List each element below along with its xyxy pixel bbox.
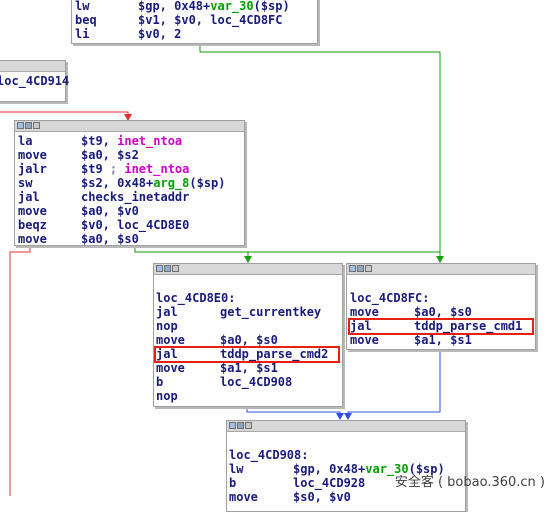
edge-green-e0-arrow bbox=[244, 256, 252, 263]
mnemonic: li bbox=[75, 27, 90, 41]
code-block-loc-4cd8e0[interactable]: loc_4CD8E0: jal get_currentkey nop move … bbox=[153, 263, 343, 407]
function-name[interactable]: inet_ntoa bbox=[117, 134, 182, 148]
block-top-operands-1: $gp, 0x48+var_30($sp) bbox=[138, 0, 290, 13]
list-icon[interactable] bbox=[245, 422, 252, 429]
edge-green-top-arrow bbox=[436, 256, 444, 263]
middle-line-6-op: move bbox=[18, 204, 47, 218]
e0-line-1-op: jal bbox=[156, 305, 178, 319]
block-top-line-3: li bbox=[75, 27, 89, 41]
block-label: loc_4CD908: bbox=[229, 448, 309, 462]
code-block-middle[interactable]: la $t9, inet_ntoa move $a0, $s2 jalr $t9… bbox=[14, 120, 245, 246]
block-header bbox=[0, 61, 65, 72]
code-block-top[interactable]: lw $gp, 0x48+var_30($sp) beq $v1, $v0, l… bbox=[71, 0, 318, 44]
908-line-3-op: move bbox=[229, 490, 258, 504]
block-header bbox=[154, 264, 342, 275]
block-top-line-2: beq bbox=[75, 13, 97, 27]
graph-icon[interactable] bbox=[17, 122, 24, 129]
block-label: loc_4CD8E0: bbox=[156, 291, 236, 305]
list-icon[interactable] bbox=[172, 265, 179, 272]
code-block-loc-4cd8fc[interactable]: loc_4CD8FC: move $a0, $s0 jal tddp_parse… bbox=[346, 263, 536, 350]
e0-line-3-op: move bbox=[156, 333, 185, 347]
908-line-2-args[interactable]: loc_4CD928 bbox=[293, 476, 365, 490]
code-block-left[interactable]: loc_4CD914 bbox=[0, 60, 70, 102]
middle-line-4-op: sw bbox=[18, 176, 33, 190]
mnemonic: lw bbox=[75, 0, 90, 13]
operand: $t9 bbox=[81, 162, 110, 176]
fc-line-2-op: jal bbox=[350, 319, 372, 333]
list-icon[interactable] bbox=[33, 122, 40, 129]
middle-line-8-args: $a0, $s0 bbox=[81, 232, 139, 246]
908-line-3-args: $s0, $v0 bbox=[293, 490, 351, 504]
code-block-loc-4cd908[interactable]: loc_4CD908: lw $gp, 0x48+var_30($sp) b l… bbox=[226, 420, 466, 512]
block-top-operands-2: $v1, $v0, loc_4CD8FC bbox=[138, 13, 283, 27]
e0-line-7-op: nop bbox=[156, 389, 178, 403]
edge-red-top bbox=[0, 111, 129, 120]
operand-suffix: ($sp) bbox=[253, 0, 290, 13]
operand: $t9, bbox=[81, 134, 118, 148]
908-line-2-op: b bbox=[229, 476, 237, 490]
operand: $gp, 0x48+ bbox=[293, 462, 366, 476]
middle-line-3-op: jalr bbox=[18, 162, 47, 176]
operand: $s2, 0x48+ bbox=[81, 176, 154, 190]
comment: ; bbox=[109, 162, 125, 176]
block-label: loc_4CD8FC: bbox=[350, 291, 430, 305]
edge-blue-fc-arrow bbox=[344, 413, 352, 420]
middle-line-7-op: beqz bbox=[18, 218, 47, 232]
e0-line-5-op: move bbox=[156, 361, 185, 375]
graph-icon[interactable] bbox=[349, 265, 356, 272]
e0-line-4-op: jal bbox=[156, 347, 178, 361]
e0-line-5-args: $a1, $s1 bbox=[220, 361, 278, 375]
middle-line-7-args[interactable]: $v0, loc_4CD8E0 bbox=[81, 218, 189, 232]
middle-line-5-op: jal bbox=[18, 190, 40, 204]
middle-line-2-op: move bbox=[18, 148, 47, 162]
stack-var: arg_8 bbox=[153, 176, 190, 190]
block-header bbox=[227, 421, 465, 432]
fc-line-3-op: move bbox=[350, 333, 379, 347]
chart-icon[interactable] bbox=[357, 265, 364, 272]
block-header bbox=[15, 121, 244, 132]
block-top-operands-3: $v0, 2 bbox=[138, 27, 181, 41]
middle-line-3-args: $t9 ; inet_ntoa bbox=[81, 162, 189, 176]
fc-line-1-args: $a0, $s0 bbox=[414, 305, 472, 319]
block-header bbox=[347, 264, 535, 275]
middle-line-8-op: move bbox=[18, 232, 47, 246]
fc-line-3-args: $a1, $s1 bbox=[414, 333, 472, 347]
fc-line-2-args[interactable]: tddp_parse_cmd1 bbox=[414, 319, 522, 333]
block-top-line-1: lw bbox=[75, 0, 89, 13]
graph-icon[interactable] bbox=[156, 265, 163, 272]
watermark: 安全客 ( bobao.360.cn ) bbox=[394, 475, 545, 490]
operand: $gp, 0x48+ bbox=[138, 0, 211, 13]
e0-line-2-op: nop bbox=[156, 319, 178, 333]
middle-line-1-args: $t9, inet_ntoa bbox=[81, 134, 182, 148]
function-name[interactable]: inet_ntoa bbox=[124, 162, 189, 176]
edge-blue-e0 bbox=[246, 405, 341, 419]
block-left-label: loc_4CD914 bbox=[0, 74, 70, 88]
edge-blue-fc bbox=[347, 348, 441, 419]
e0-line-1-args[interactable]: get_currentkey bbox=[220, 305, 321, 319]
operand: $v0, 2 bbox=[138, 27, 182, 41]
mnemonic: beq bbox=[75, 13, 97, 27]
middle-line-4-args: $s2, 0x48+arg_8($sp) bbox=[81, 176, 226, 190]
e0-line-6-op: b bbox=[156, 375, 164, 389]
operand-suffix: ($sp) bbox=[189, 176, 226, 190]
operand: $v1, $v0, loc_4CD8FC bbox=[138, 13, 283, 27]
chart-icon[interactable] bbox=[25, 122, 32, 129]
e0-line-6-args[interactable]: loc_4CD908 bbox=[220, 375, 292, 389]
e0-line-4-args[interactable]: tddp_parse_cmd2 bbox=[220, 347, 328, 361]
middle-line-2-args: $a0, $s2 bbox=[81, 148, 139, 162]
middle-line-5-args[interactable]: checks_inetaddr bbox=[81, 190, 189, 204]
graph-icon[interactable] bbox=[229, 422, 236, 429]
chart-icon[interactable] bbox=[164, 265, 171, 272]
middle-line-1-op: la bbox=[18, 134, 33, 148]
edge-blue-e0-arrow bbox=[336, 413, 344, 420]
fc-line-1-op: move bbox=[350, 305, 379, 319]
stack-var: var_30 bbox=[210, 0, 254, 13]
chart-icon[interactable] bbox=[237, 422, 244, 429]
e0-line-3-args: $a0, $s0 bbox=[220, 333, 278, 347]
edge-red-mid bbox=[9, 244, 31, 496]
908-line-1-op: lw bbox=[229, 462, 244, 476]
middle-line-6-args: $a0, $v0 bbox=[81, 204, 139, 218]
list-icon[interactable] bbox=[365, 265, 372, 272]
